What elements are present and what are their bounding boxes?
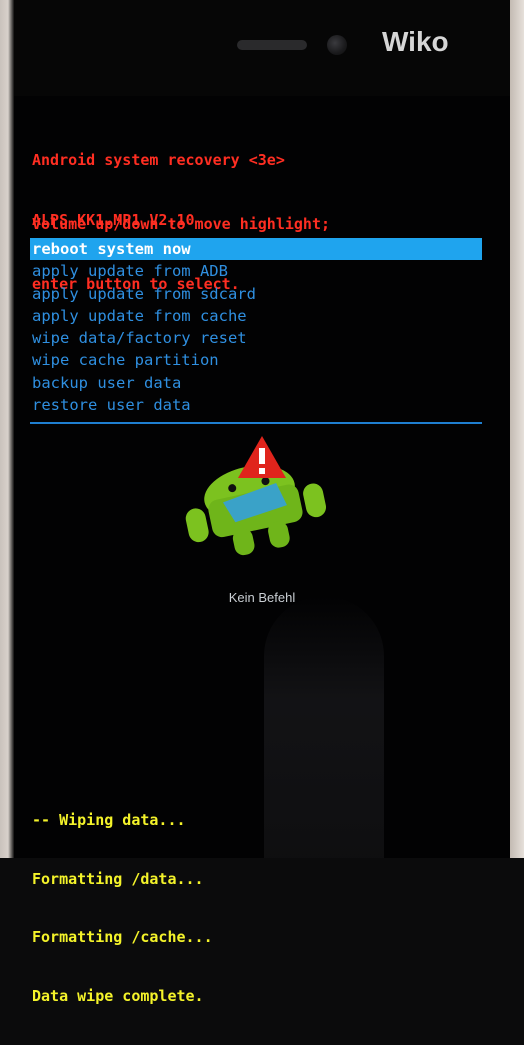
menu-item-wipe-cache-partition[interactable]: wipe cache partition <box>30 349 482 371</box>
instruction-line: Volume up/down to move highlight; <box>32 215 331 233</box>
recovery-title: Android system recovery <3e> <box>32 151 285 169</box>
menu-item-apply-update-adb[interactable]: apply update from ADB <box>30 260 482 282</box>
brand-logo: Wiko <box>382 26 449 57</box>
menu-item-restore-user-data[interactable]: restore user data <box>30 394 482 416</box>
menu-divider <box>30 422 482 424</box>
recovery-screen: Android system recovery <3e> ALPS.KK1.MP… <box>14 96 510 1005</box>
menu-item-apply-update-cache[interactable]: apply update from cache <box>30 305 482 327</box>
log-line: Formatting /data... <box>32 869 204 888</box>
log-line: Data wipe complete. <box>32 986 204 1005</box>
menu-item-reboot-system-now[interactable]: reboot system now <box>30 238 482 261</box>
earpiece-speaker <box>237 40 307 50</box>
status-caption: Kein Befehl <box>228 590 296 605</box>
menu-item-wipe-data-factory-reset[interactable]: wipe data/factory reset <box>30 327 482 349</box>
menu-item-backup-user-data[interactable]: backup user data <box>30 372 482 394</box>
menu-item-apply-update-sdcard[interactable]: apply update from sdcard <box>30 283 482 305</box>
android-robot-warning-icon <box>174 434 334 564</box>
log-line: -- Wiping data... <box>32 811 186 829</box>
screen-reflection <box>264 596 384 858</box>
recovery-log: -- Wiping data... Formatting /data... Fo… <box>32 772 213 1045</box>
phone-top-bar: Wiko <box>14 0 510 96</box>
front-camera-icon <box>327 35 347 55</box>
log-line: Formatting /cache... <box>32 928 213 946</box>
recovery-menu: reboot system now apply update from ADB … <box>30 238 482 416</box>
